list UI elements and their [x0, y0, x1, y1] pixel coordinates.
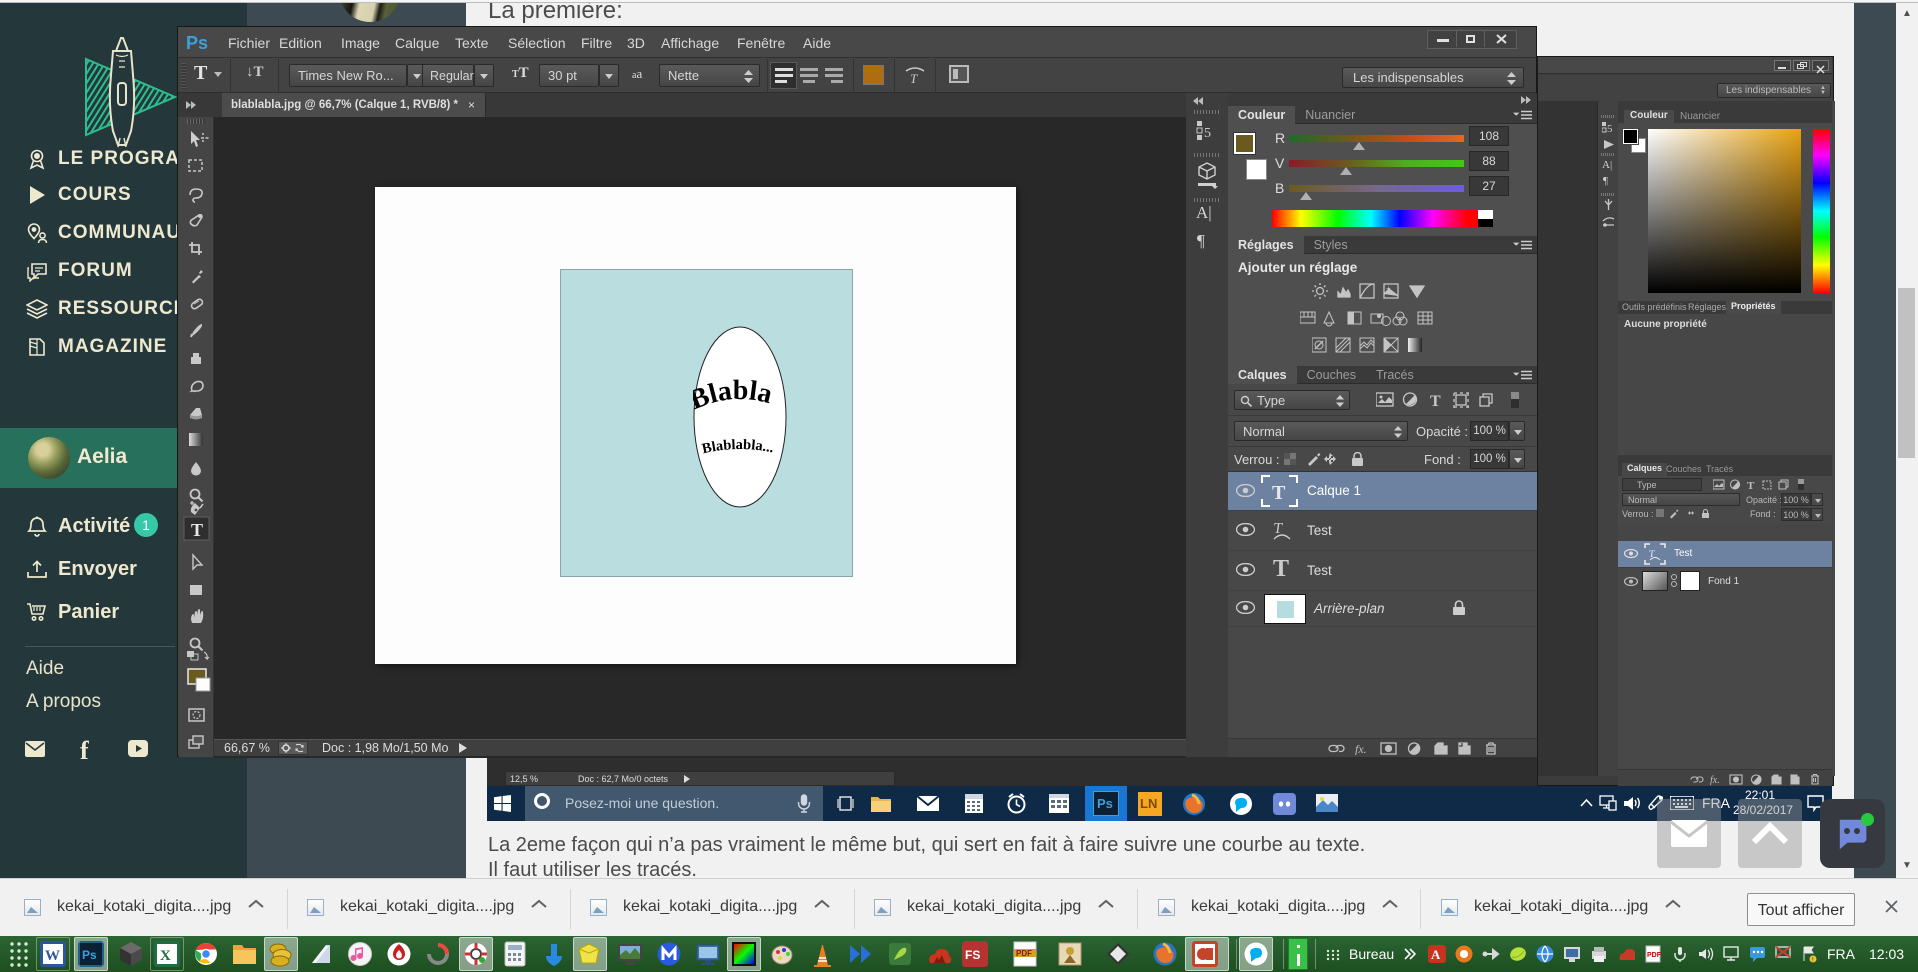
svg-text:T: T — [191, 520, 203, 540]
svg-text:Ps: Ps — [82, 948, 97, 962]
svg-text:X: X — [160, 948, 171, 964]
svg-text:!: ! — [1812, 958, 1814, 964]
svg-text:T: T — [1747, 480, 1755, 491]
svg-text:A: A — [1431, 947, 1441, 962]
svg-text:PDF: PDF — [1016, 949, 1032, 958]
svg-text:fx.: fx. — [1355, 742, 1367, 755]
svg-text:5: 5 — [1607, 123, 1613, 134]
svg-text:T: T — [1272, 482, 1286, 504]
svg-text:5: 5 — [1204, 126, 1211, 141]
svg-text:T: T — [1273, 556, 1289, 582]
svg-text:FS: FS — [965, 948, 980, 962]
svg-text:+: + — [1386, 284, 1391, 293]
svg-text:PDF: PDF — [1647, 952, 1662, 959]
svg-text:T: T — [1430, 393, 1441, 409]
svg-text:fx.: fx. — [1710, 775, 1720, 785]
svg-text:W: W — [45, 948, 60, 964]
svg-text:T: T — [910, 71, 918, 85]
